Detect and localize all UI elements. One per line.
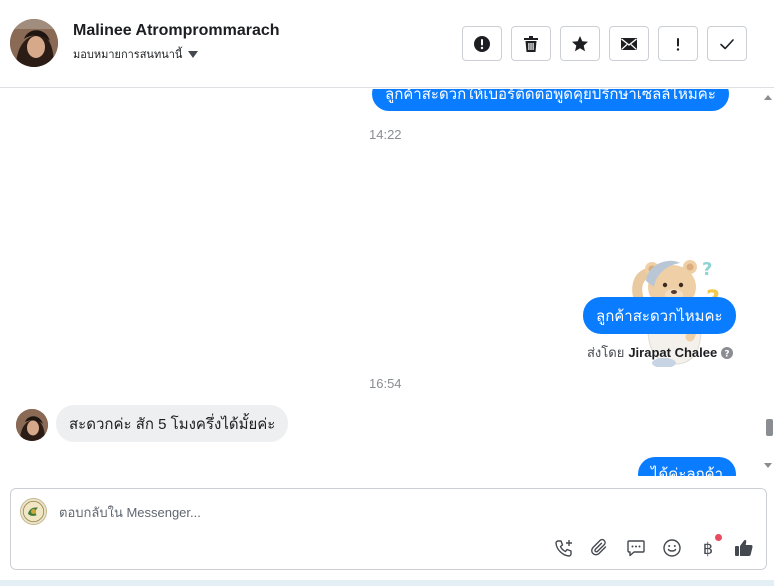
scroll-down-arrow-icon[interactable] — [764, 463, 772, 468]
assign-conversation-dropdown[interactable]: มอบหมายการสนทนานี้ — [73, 45, 199, 63]
reply-composer: ฿ — [10, 488, 767, 570]
exclamation-icon — [676, 37, 680, 51]
saved-replies-button[interactable] — [626, 538, 646, 558]
call-button[interactable] — [554, 538, 574, 558]
message-timestamp: 16:54 — [369, 376, 402, 391]
page-logo-icon — [20, 498, 47, 525]
done-button[interactable] — [707, 26, 747, 61]
emoji-button[interactable] — [662, 538, 682, 558]
svg-text:?: ? — [702, 259, 712, 280]
star-icon — [572, 35, 588, 51]
header-actions — [462, 26, 747, 61]
thumbs-up-icon — [735, 539, 753, 556]
spam-button[interactable] — [658, 26, 698, 61]
outgoing-message-partial[interactable]: ได้ค่ะลูกค้า — [638, 457, 737, 476]
thread-scrollbar[interactable] — [762, 89, 774, 476]
contact-name[interactable]: Malinee Atromprommarach — [73, 22, 280, 40]
message-thread[interactable]: ลูกค้าสะดวกให้เบอร์ติดต่อพูดคุยปรึกษาเซล… — [0, 89, 762, 476]
assign-label: มอบหมายการสนทนานี้ — [73, 49, 183, 61]
delete-button[interactable] — [511, 26, 551, 61]
emoji-icon — [663, 539, 681, 557]
phone-add-icon — [555, 540, 572, 557]
outgoing-message[interactable]: ลูกค้าสะดวกไหมคะ — [583, 297, 736, 334]
caret-down-icon — [188, 50, 199, 58]
star-button[interactable] — [560, 26, 600, 61]
message-timestamp: 14:22 — [369, 127, 402, 142]
help-circle-icon[interactable]: ? — [721, 346, 734, 359]
baht-icon: ฿ — [702, 538, 714, 558]
page-bottom-strip — [0, 580, 774, 586]
chat-bubble-icon — [627, 540, 645, 557]
scrollbar-thumb[interactable] — [766, 419, 773, 436]
sender-name: Jirapat Chalee — [628, 345, 718, 360]
alert-circle-icon — [474, 35, 490, 52]
contact-avatar[interactable] — [10, 19, 58, 67]
sent-by-prefix: ส่งโดย — [587, 345, 625, 360]
envelope-icon — [621, 37, 637, 50]
attach-button[interactable] — [590, 538, 610, 558]
payment-button[interactable]: ฿ — [698, 534, 722, 558]
paperclip-icon — [591, 538, 607, 556]
alert-button[interactable] — [462, 26, 502, 61]
svg-text:?: ? — [725, 349, 730, 359]
scroll-up-arrow-icon[interactable] — [764, 95, 772, 100]
contact-avatar-small[interactable] — [16, 409, 48, 441]
composer-tools: ฿ — [554, 534, 754, 558]
like-button[interactable] — [734, 538, 754, 558]
sent-by-label: ส่งโดย Jirapat Chalee ? — [587, 342, 734, 363]
reply-input[interactable] — [59, 501, 559, 523]
mark-unread-button[interactable] — [609, 26, 649, 61]
conversation-header: Malinee Atromprommarach มอบหมายการสนทนาน… — [0, 0, 774, 88]
notification-dot — [715, 534, 722, 541]
incoming-message[interactable]: สะดวกค่ะ สัก 5 โมงครึ่งได้มั้ยค่ะ — [56, 405, 289, 442]
outgoing-message-partial[interactable]: ลูกค้าสะดวกให้เบอร์ติดต่อพูดคุยปรึกษาเซล… — [372, 89, 729, 111]
trash-icon — [524, 35, 538, 52]
check-icon — [720, 38, 734, 49]
